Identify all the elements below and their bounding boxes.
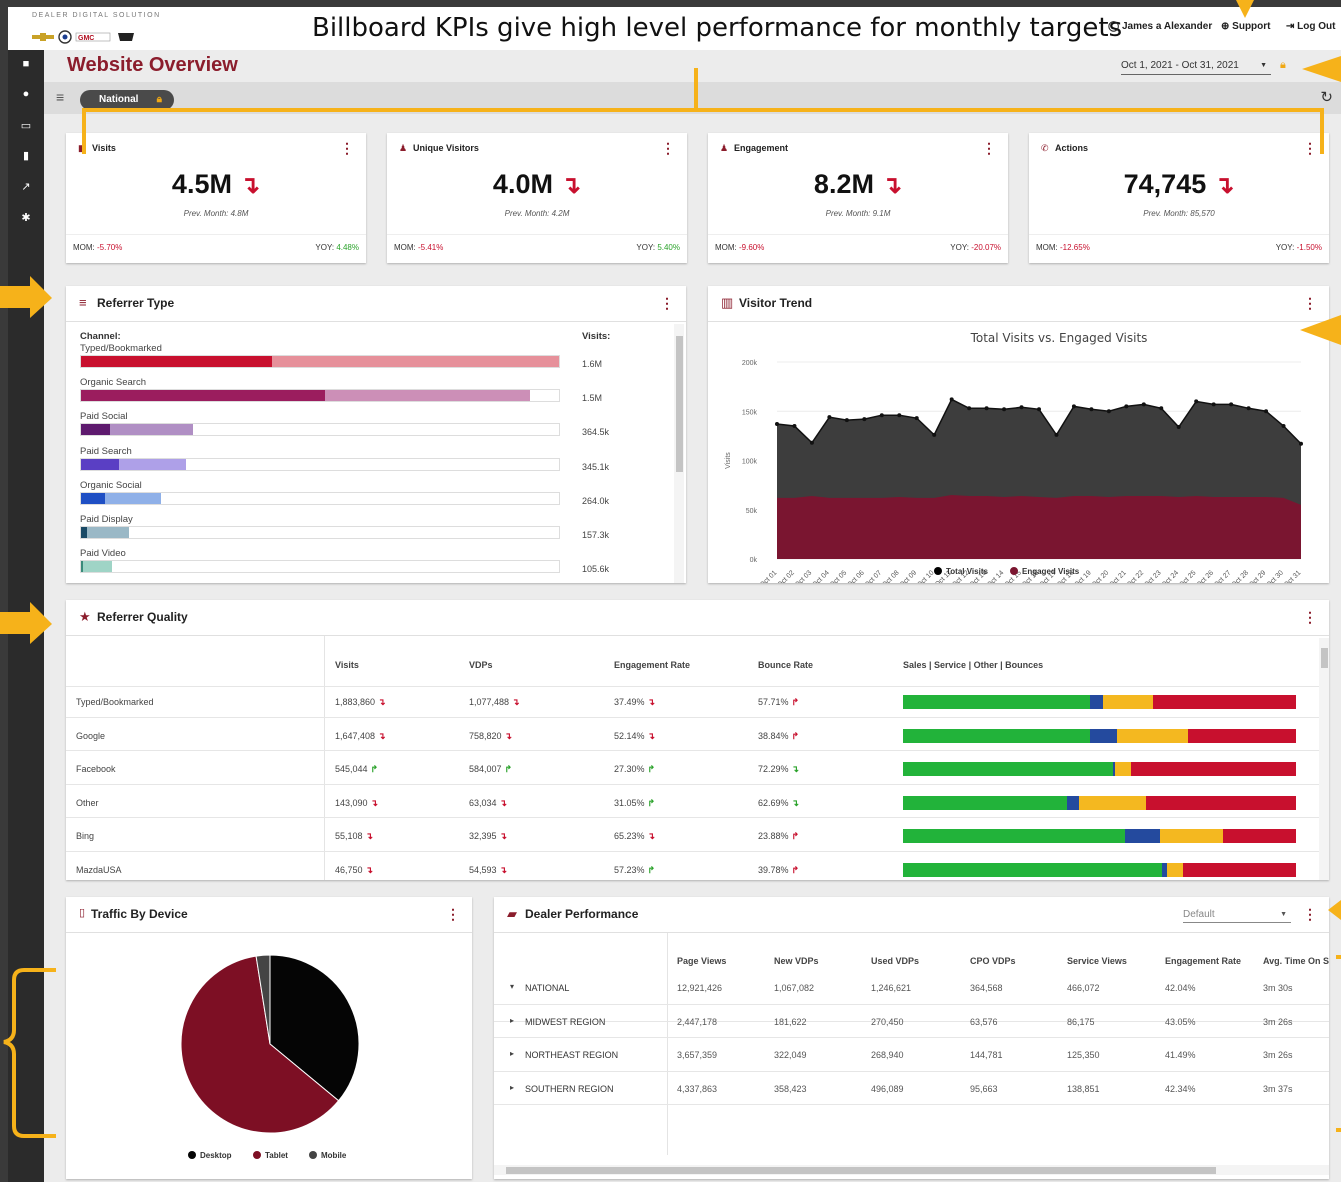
annotation-mark — [1336, 1128, 1341, 1132]
annotation-arrow — [0, 602, 52, 644]
annotation-arrow — [1300, 315, 1341, 345]
annotation-arrow — [1328, 900, 1341, 920]
annotation-brace — [3, 968, 56, 1138]
annotation-arrows — [0, 0, 1341, 1138]
annotation-mark — [1336, 955, 1341, 959]
annotation-arrow — [1236, 0, 1254, 18]
annotation-arrow — [0, 276, 52, 318]
annotation-arrow — [1302, 56, 1341, 82]
